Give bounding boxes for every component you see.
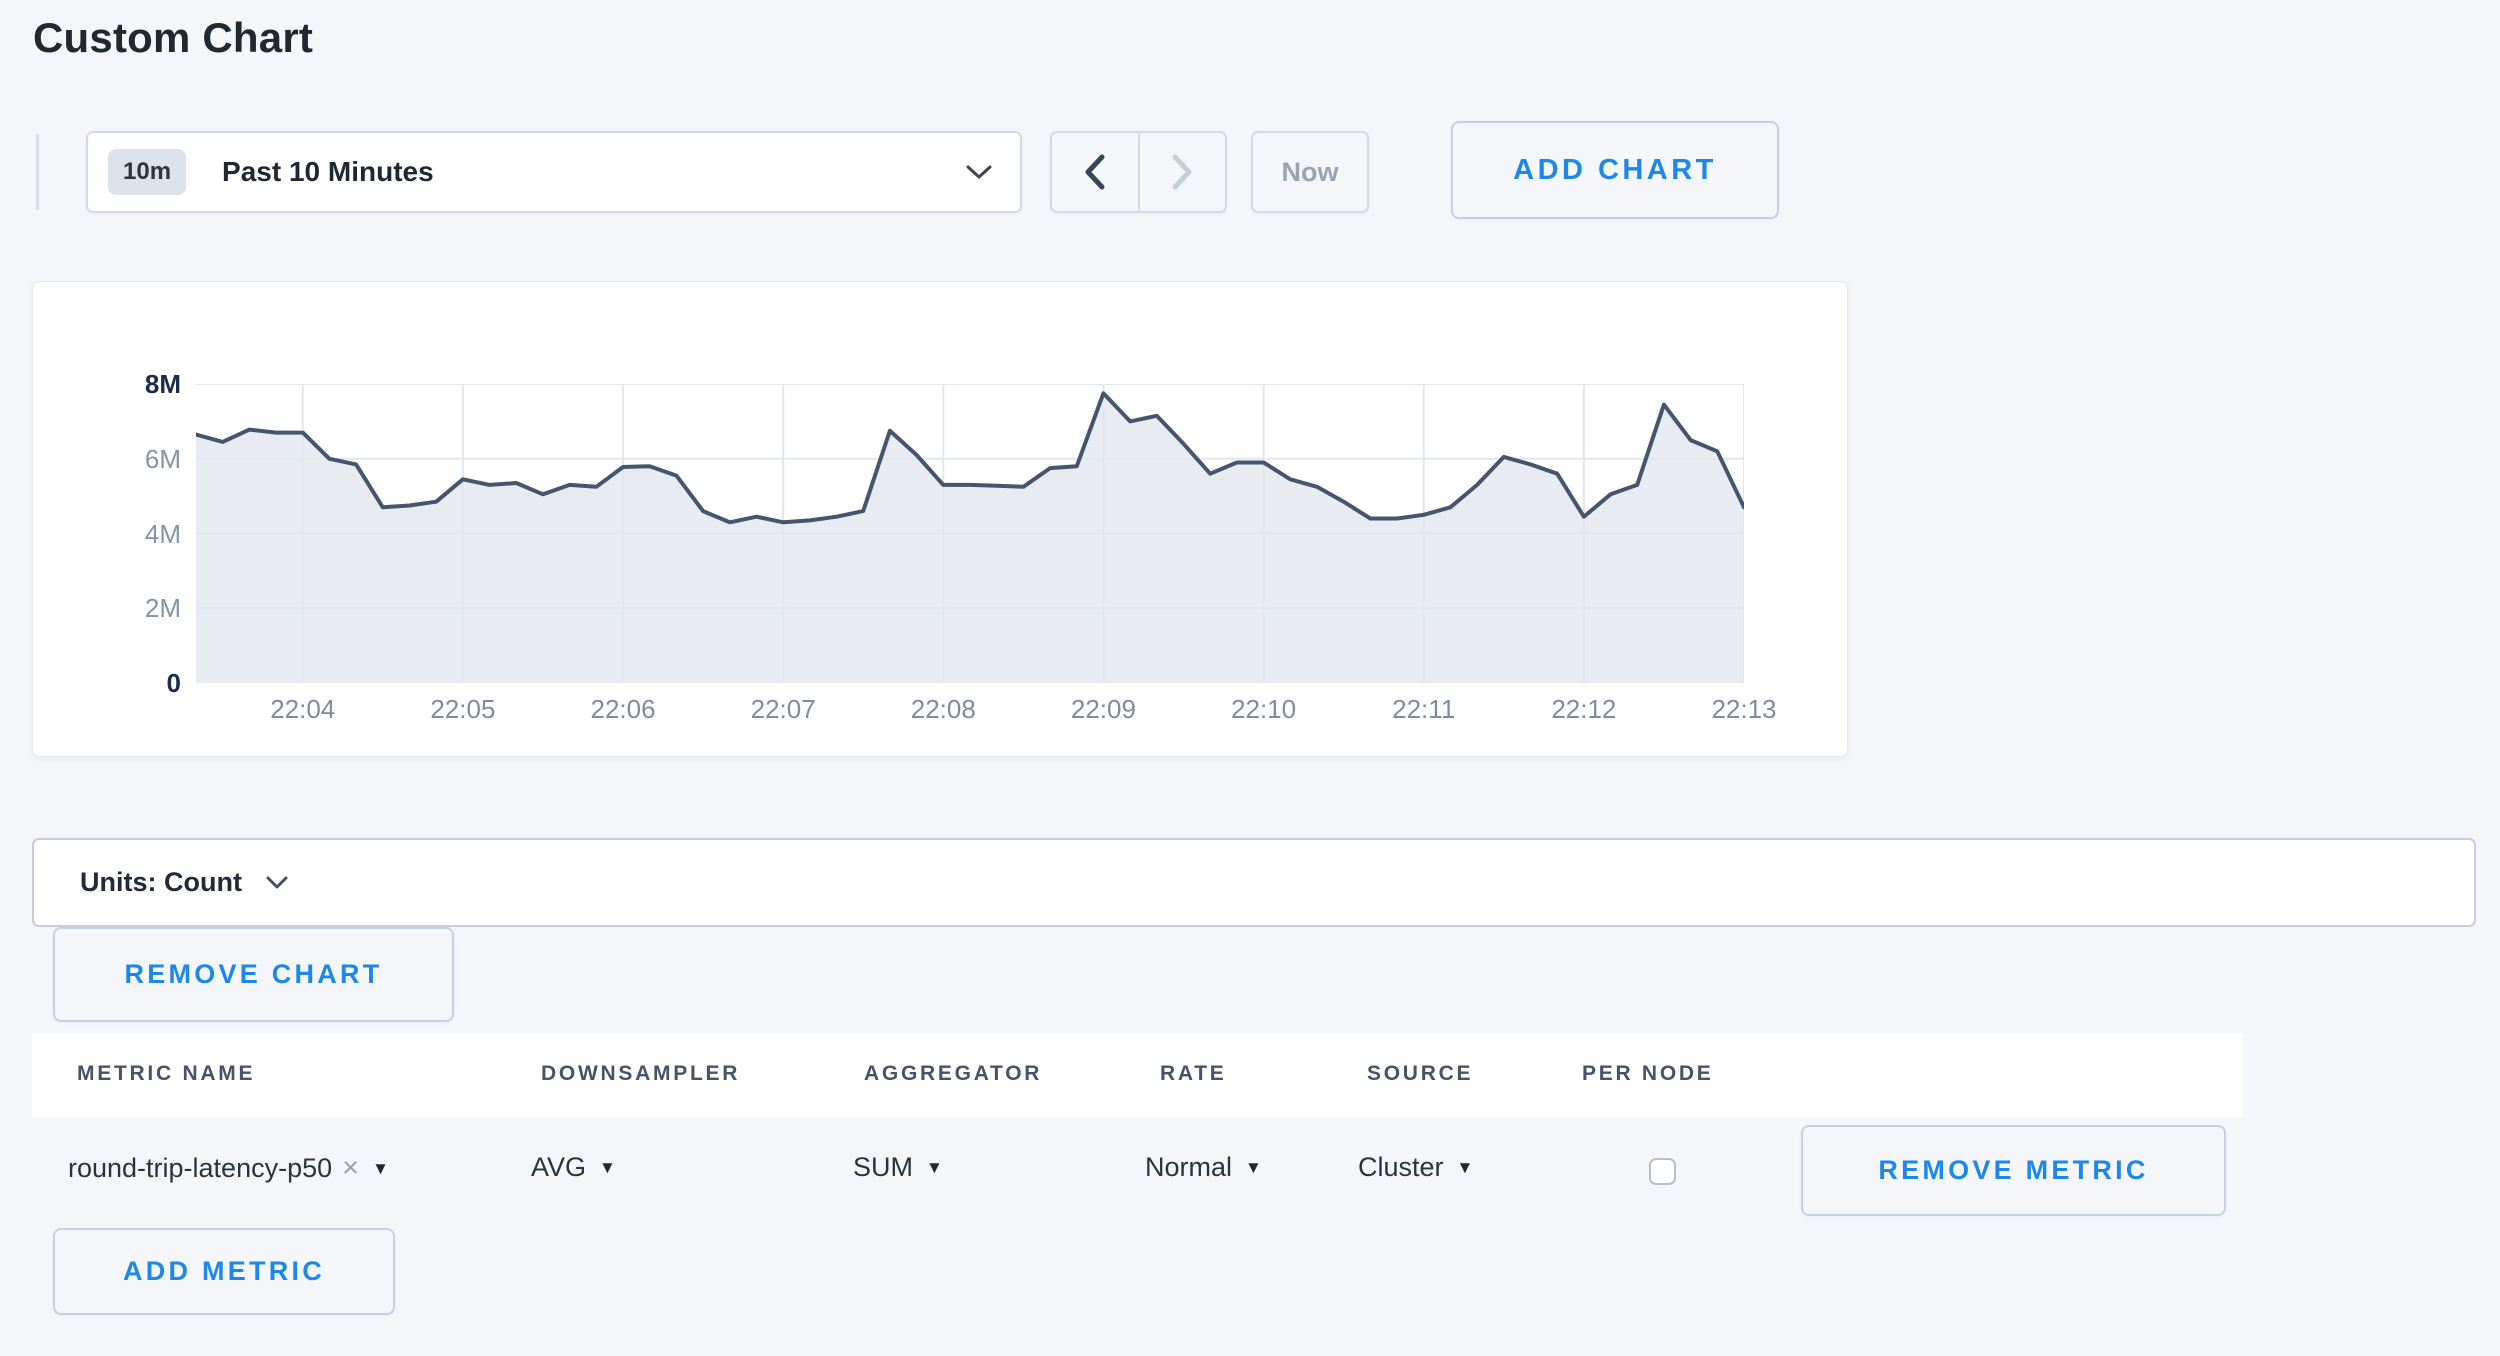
time-range-dropdown[interactable]: 10m Past 10 Minutes [86, 131, 1022, 213]
x-axis-tick-label: 22:05 [393, 694, 533, 724]
x-axis-tick-label: 22:12 [1514, 694, 1654, 724]
column-header-aggregator: AGGREGATOR [864, 1062, 1042, 1086]
x-axis-tick-label: 22:09 [1033, 694, 1173, 724]
y-axis-tick-label: 6M [61, 444, 181, 474]
y-axis-tick-label: 8M [61, 369, 181, 399]
chevron-right-icon [1171, 154, 1193, 190]
caret-down-icon: ▼ [1245, 1159, 1262, 1176]
clear-metric-icon[interactable]: × [342, 1152, 359, 1185]
x-axis-tick-label: 22:06 [553, 694, 693, 724]
remove-metric-button[interactable]: REMOVE METRIC [1801, 1125, 2226, 1216]
x-axis-tick-label: 22:11 [1354, 694, 1494, 724]
x-axis-tick-label: 22:10 [1194, 694, 1334, 724]
units-dropdown[interactable]: Units: Count [32, 838, 2476, 927]
metrics-table-header [32, 1033, 2243, 1118]
caret-down-icon: ▼ [599, 1159, 616, 1176]
x-axis-tick-label: 22:13 [1674, 694, 1814, 724]
toolbar-accent-divider [36, 134, 39, 210]
aggregator-dropdown[interactable]: SUM ▼ [853, 1152, 943, 1183]
y-axis-tick-label: 4M [61, 519, 181, 549]
rate-dropdown[interactable]: Normal ▼ [1145, 1152, 1262, 1183]
rate-value: Normal [1145, 1152, 1232, 1183]
page-title: Custom Chart [33, 14, 313, 62]
remove-chart-button[interactable]: REMOVE CHART [53, 927, 454, 1022]
x-axis-tick-label: 22:07 [713, 694, 853, 724]
source-dropdown[interactable]: Cluster ▼ [1358, 1152, 1473, 1183]
time-range-selected-label: Past 10 Minutes [222, 156, 434, 188]
chevron-left-icon [1084, 154, 1106, 190]
per-node-checkbox[interactable] [1649, 1158, 1676, 1185]
timeseries-chart[interactable] [196, 384, 1744, 683]
time-window-badge: 10m [108, 149, 186, 195]
column-header-source: SOURCE [1367, 1062, 1473, 1086]
caret-down-icon: ▼ [1457, 1159, 1474, 1176]
aggregator-value: SUM [853, 1152, 913, 1183]
column-header-per-node: PER NODE [1582, 1062, 1714, 1086]
chevron-down-icon [266, 876, 288, 890]
caret-down-icon: ▼ [926, 1159, 943, 1176]
add-metric-button[interactable]: ADD METRIC [53, 1228, 395, 1315]
source-value: Cluster [1358, 1152, 1444, 1183]
x-axis-tick-label: 22:08 [873, 694, 1013, 724]
add-chart-button[interactable]: ADD CHART [1451, 121, 1779, 219]
timeseries-svg [196, 384, 1744, 683]
downsampler-dropdown[interactable]: AVG ▼ [531, 1152, 616, 1183]
y-axis-tick-label: 0 [61, 668, 181, 698]
column-header-downsampler: DOWNSAMPLER [541, 1062, 740, 1086]
prev-timespan-button[interactable] [1052, 133, 1138, 211]
column-header-metric-name: METRIC NAME [77, 1062, 255, 1086]
now-button[interactable]: Now [1251, 131, 1369, 213]
metric-name-value: round-trip-latency-p50 [68, 1153, 332, 1184]
metric-name-dropdown[interactable]: round-trip-latency-p50 × ▼ [68, 1152, 389, 1185]
y-axis-tick-label: 2M [61, 593, 181, 623]
downsampler-value: AVG [531, 1152, 586, 1183]
next-timespan-button[interactable] [1138, 133, 1226, 211]
column-header-rate: RATE [1160, 1062, 1227, 1086]
units-label: Units: Count [80, 867, 242, 898]
time-pager [1050, 131, 1227, 213]
chevron-down-icon [966, 164, 992, 180]
x-axis-tick-label: 22:04 [233, 694, 373, 724]
chart-card: 8M 6M 4M 2M 0 22:04 22:05 22:06 22:07 22:08 22:09… [32, 281, 1848, 757]
caret-down-icon: ▼ [372, 1160, 389, 1177]
